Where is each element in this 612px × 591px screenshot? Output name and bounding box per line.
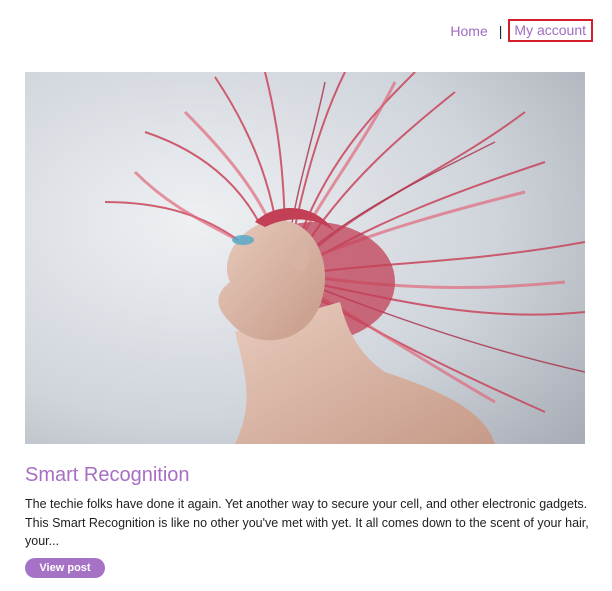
nav-home-link[interactable]: Home [450, 21, 487, 41]
page: Home | My account Smart Recognition The … [0, 0, 612, 591]
nav-separator: | [498, 22, 503, 39]
view-post-button[interactable]: View post [25, 558, 105, 578]
nav-my-account-link[interactable]: My account [514, 22, 586, 38]
top-nav: Home | My account [450, 19, 593, 42]
hair-photo-illustration [25, 72, 585, 444]
my-account-highlight[interactable]: My account [508, 19, 593, 42]
post-excerpt: The techie folks have done it again. Yet… [25, 497, 589, 548]
hero-image [25, 72, 585, 444]
post-title[interactable]: Smart Recognition [25, 462, 190, 488]
